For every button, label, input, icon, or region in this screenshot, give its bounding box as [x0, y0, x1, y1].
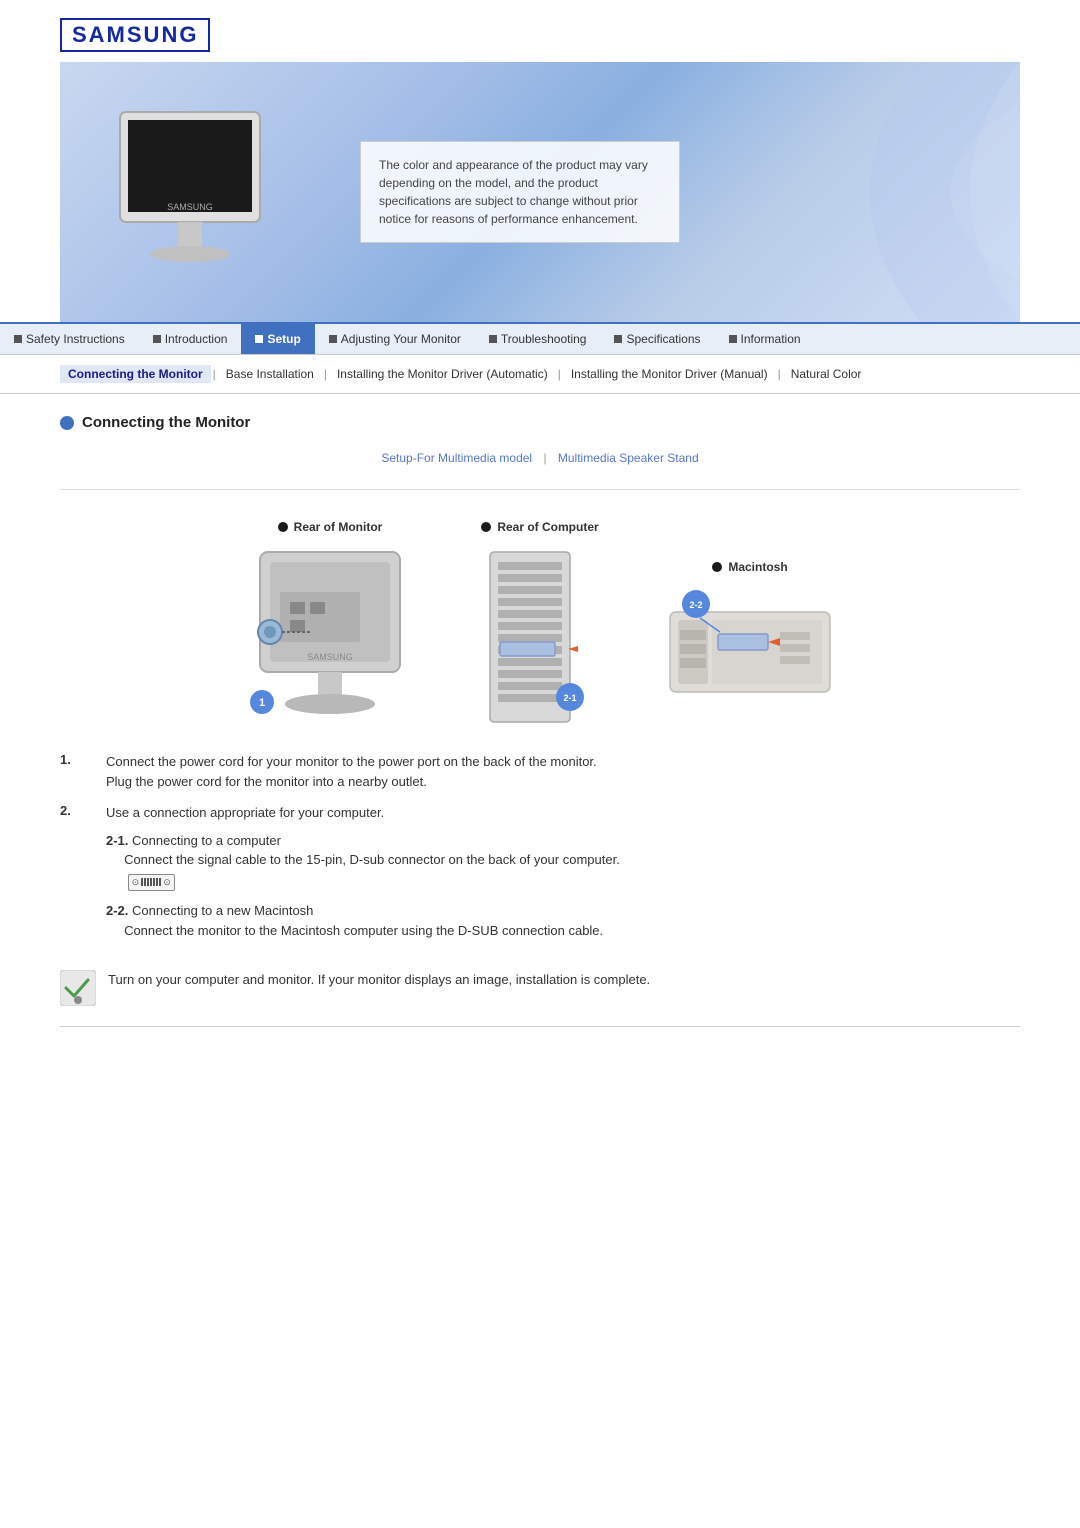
sub-nav-sep-1: |	[211, 367, 218, 381]
rear-computer-svg: 2-1	[460, 542, 620, 742]
svg-text:2-1: 2-1	[563, 693, 576, 703]
rear-monitor-label: Rear of Monitor	[278, 520, 383, 534]
instruction-2: 2. Use a connection appropriate for your…	[60, 803, 1020, 950]
sub-num-2-2: 2-2.	[106, 903, 128, 918]
rear-computer-bullet	[481, 522, 491, 532]
links-divider	[60, 489, 1020, 490]
sub-nav-sep-3: |	[556, 367, 563, 381]
nav-bullet	[255, 335, 263, 343]
nav-bullet	[153, 335, 161, 343]
instructions-list: 1. Connect the power cord for your monit…	[60, 752, 1020, 950]
macintosh-bullet	[712, 562, 722, 572]
sub-nav-base-installation[interactable]: Base Installation	[218, 365, 322, 383]
instruction-1-num: 1.	[60, 752, 90, 791]
sub-num-2-1: 2-1.	[106, 833, 128, 848]
completion-note: Turn on your computer and monitor. If yo…	[60, 970, 1020, 1006]
rear-computer-section: Rear of Computer	[460, 520, 620, 742]
rear-monitor-svg: SAMSUNG 1	[230, 542, 430, 742]
instruction-2-num: 2.	[60, 803, 90, 950]
nav-adjusting[interactable]: Adjusting Your Monitor	[315, 324, 475, 354]
instruction-2-text: Use a connection appropriate for your co…	[106, 803, 620, 950]
sub-nav-sep-4: |	[776, 367, 783, 381]
sub-nav-connecting[interactable]: Connecting the Monitor	[60, 365, 211, 383]
sub-nav-sep-2: |	[322, 367, 329, 381]
nav-bullet	[489, 335, 497, 343]
nav-specifications[interactable]: Specifications	[600, 324, 714, 354]
nav-safety-instructions[interactable]: Safety Instructions	[0, 324, 139, 354]
completion-note-text: Turn on your computer and monitor. If yo…	[108, 970, 650, 990]
nav-bullet	[329, 335, 337, 343]
sub-instruction-2-1: 2-1. Connecting to a computer Connect th…	[106, 831, 620, 941]
samsung-logo: SAMSUNG	[60, 18, 210, 52]
speaker-stand-link[interactable]: Multimedia Speaker Stand	[558, 451, 699, 465]
nav-information[interactable]: Information	[715, 324, 815, 354]
sub-instruction-2-2-item: 2-2. Connecting to a new Macintosh Conne…	[106, 901, 620, 940]
nav-bullet	[729, 335, 737, 343]
section-bullet	[60, 416, 74, 430]
macintosh-label: Macintosh	[712, 560, 787, 574]
diagram-area: Rear of Monitor SAMSUNG	[60, 510, 1020, 752]
nav-troubleshooting[interactable]: Troubleshooting	[475, 324, 601, 354]
main-nav: Safety Instructions Introduction Setup A…	[0, 322, 1080, 355]
multimedia-links: Setup-For Multimedia model | Multimedia …	[60, 451, 1020, 465]
macintosh-svg: 2-2	[650, 582, 850, 732]
sub-nav: Connecting the Monitor | Base Installati…	[0, 355, 1080, 394]
svg-text:2-2: 2-2	[689, 600, 702, 610]
checkmark-icon	[60, 970, 96, 1006]
nav-bullet	[614, 335, 622, 343]
section-title: Connecting the Monitor	[60, 414, 1020, 431]
banner-disclaimer: The color and appearance of the product …	[360, 141, 680, 243]
sub-instruction-2-1-item: 2-1. Connecting to a computer Connect th…	[106, 831, 620, 892]
banner-wave-decoration	[720, 62, 1020, 322]
footer-divider	[60, 1026, 1020, 1027]
nav-setup[interactable]: Setup	[241, 324, 314, 354]
main-content: Connecting the Monitor Setup-For Multime…	[0, 394, 1080, 1047]
rear-monitor-bullet	[278, 522, 288, 532]
instruction-1: 1. Connect the power cord for your monit…	[60, 752, 1020, 791]
nav-introduction[interactable]: Introduction	[139, 324, 242, 354]
svg-text:1: 1	[259, 697, 265, 709]
instruction-1-text: Connect the power cord for your monitor …	[106, 752, 597, 791]
rear-computer-label: Rear of Computer	[481, 520, 598, 534]
nav-bullet	[14, 335, 22, 343]
sub-nav-driver-auto[interactable]: Installing the Monitor Driver (Automatic…	[329, 365, 556, 383]
header: SAMSUNG SAMSUNG The color and appearance…	[0, 0, 1080, 322]
sub-nav-driver-manual[interactable]: Installing the Monitor Driver (Manual)	[563, 365, 776, 383]
banner-monitor-illustration: SAMSUNG	[100, 92, 280, 292]
dsub-connector-icon: ⊙ ⊙	[128, 874, 175, 892]
banner: SAMSUNG The color and appearance of the …	[60, 62, 1020, 322]
sub-nav-natural-color[interactable]: Natural Color	[783, 365, 870, 383]
svg-text:SAMSUNG: SAMSUNG	[167, 202, 213, 212]
rear-monitor-section: Rear of Monitor SAMSUNG	[230, 520, 430, 742]
setup-multimedia-link[interactable]: Setup-For Multimedia model	[381, 451, 532, 465]
links-separator: |	[543, 451, 549, 465]
macintosh-section: Macintosh	[650, 560, 850, 732]
svg-text:SAMSUNG: SAMSUNG	[307, 652, 353, 662]
